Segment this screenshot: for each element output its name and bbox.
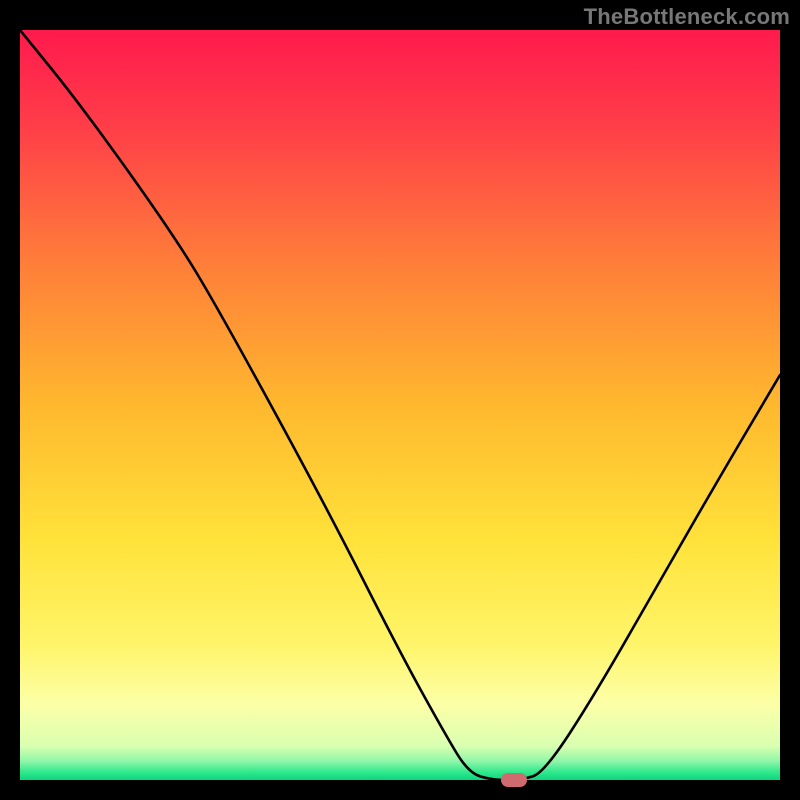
chart-frame: TheBottleneck.com: [0, 0, 800, 800]
optimal-point-marker: [501, 773, 527, 787]
gradient-background: [20, 30, 780, 780]
plot-area: [20, 30, 780, 780]
chart-svg: [20, 30, 780, 780]
watermark-text: TheBottleneck.com: [584, 4, 790, 30]
